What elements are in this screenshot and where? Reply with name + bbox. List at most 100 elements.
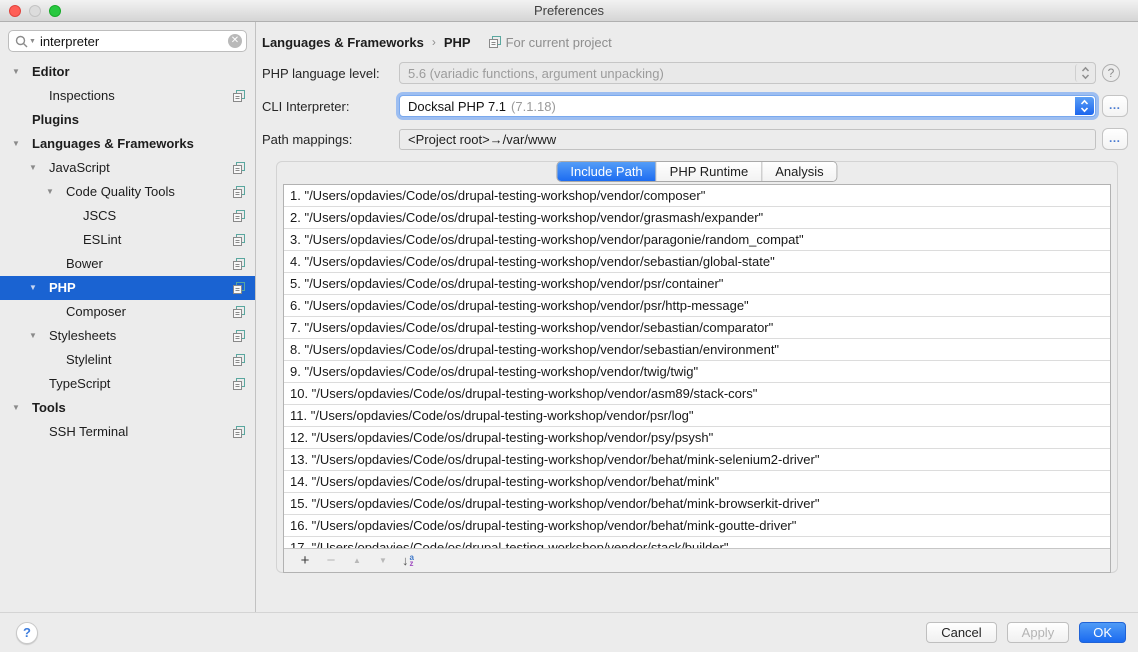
include-path-row[interactable]: 17. "/Users/opdavies/Code/os/drupal-test…	[284, 537, 1110, 548]
breadcrumb-section[interactable]: Languages & Frameworks	[262, 35, 424, 50]
dialog-footer: ? Cancel Apply OK	[0, 612, 1138, 652]
clear-search-icon[interactable]: ✕	[228, 34, 242, 48]
sidebar-item-languages-frameworks[interactable]: ▼Languages & Frameworks	[0, 132, 255, 156]
apply-button[interactable]: Apply	[1007, 622, 1070, 643]
path-mappings-value: <Project root>→/var/www	[408, 132, 556, 147]
add-button[interactable]: +	[292, 550, 318, 572]
language-level-label: PHP language level:	[262, 66, 399, 81]
include-path-row[interactable]: 2. "/Users/opdavies/Code/os/drupal-testi…	[284, 207, 1110, 229]
language-level-select[interactable]: 5.6 (variadic functions, argument unpack…	[399, 62, 1096, 84]
sidebar-item-code-quality-tools[interactable]: ▼Code Quality Tools	[0, 180, 255, 204]
ok-button[interactable]: OK	[1079, 622, 1126, 643]
include-path-row[interactable]: 10. "/Users/opdavies/Code/os/drupal-test…	[284, 383, 1110, 405]
window-title: Preferences	[534, 3, 604, 18]
language-level-help-icon[interactable]: ?	[1102, 64, 1120, 82]
current-project-icon	[233, 306, 245, 318]
include-path-row[interactable]: 6. "/Users/opdavies/Code/os/drupal-testi…	[284, 295, 1110, 317]
search-options-arrow-icon[interactable]: ▼	[29, 38, 36, 45]
current-project-icon	[233, 186, 245, 198]
cli-interpreter-value: Docksal PHP 7.1	[408, 99, 506, 114]
search-icon[interactable]: ▼	[15, 35, 36, 48]
sidebar-item-jscs[interactable]: JSCS	[0, 204, 255, 228]
search-field[interactable]: ▼ ✕	[8, 30, 247, 52]
tab-include-path[interactable]: Include Path	[557, 162, 656, 181]
sidebar-item-inspections[interactable]: Inspections	[0, 84, 255, 108]
expand-arrow-icon[interactable]: ▼	[46, 180, 66, 204]
current-project-icon	[233, 90, 245, 102]
cli-interpreter-version: (7.1.18)	[511, 99, 556, 114]
expand-arrow-icon[interactable]: ▼	[12, 396, 32, 420]
sidebar-item-label: Inspections	[49, 84, 115, 108]
cli-interpreter-browse-button[interactable]: …	[1102, 95, 1128, 117]
sidebar-item-eslint[interactable]: ESLint	[0, 228, 255, 252]
include-path-row[interactable]: 5. "/Users/opdavies/Code/os/drupal-testi…	[284, 273, 1110, 295]
sort-alphabetically-button[interactable]: ↓az	[402, 553, 414, 568]
current-project-icon	[233, 354, 245, 366]
include-path-row[interactable]: 13. "/Users/opdavies/Code/os/drupal-test…	[284, 449, 1110, 471]
select-stepper-icon	[1075, 97, 1094, 115]
settings-tabs: Include PathPHP RuntimeAnalysis	[556, 161, 837, 182]
search-input[interactable]	[40, 34, 228, 49]
include-path-list: 1. "/Users/opdavies/Code/os/drupal-testi…	[284, 185, 1110, 548]
sidebar-item-bower[interactable]: Bower	[0, 252, 255, 276]
include-path-row[interactable]: 12. "/Users/opdavies/Code/os/drupal-test…	[284, 427, 1110, 449]
sidebar-item-label: Editor	[32, 60, 70, 84]
expand-arrow-icon[interactable]: ▼	[12, 60, 32, 84]
sidebar-item-composer[interactable]: Composer	[0, 300, 255, 324]
sidebar-item-tools[interactable]: ▼Tools	[0, 396, 255, 420]
move-down-button[interactable]: ▼	[370, 550, 396, 572]
sidebar-item-typescript[interactable]: TypeScript	[0, 372, 255, 396]
current-project-icon	[233, 258, 245, 270]
minimize-button	[29, 5, 41, 17]
help-button[interactable]: ?	[16, 622, 38, 644]
sidebar-item-label: JavaScript	[49, 156, 110, 180]
path-mappings-browse-button[interactable]: …	[1102, 128, 1128, 150]
cancel-button[interactable]: Cancel	[926, 622, 996, 643]
include-path-row[interactable]: 11. "/Users/opdavies/Code/os/drupal-test…	[284, 405, 1110, 427]
sidebar-item-label: Languages & Frameworks	[32, 132, 194, 156]
sidebar-item-label: JSCS	[83, 204, 116, 228]
cli-interpreter-select[interactable]: Docksal PHP 7.1 (7.1.18)	[399, 95, 1096, 117]
sidebar-item-label: Bower	[66, 252, 103, 276]
sidebar-item-stylesheets[interactable]: ▼Stylesheets	[0, 324, 255, 348]
remove-button[interactable]: −	[318, 550, 344, 572]
include-path-row[interactable]: 8. "/Users/opdavies/Code/os/drupal-testi…	[284, 339, 1110, 361]
sidebar-item-plugins[interactable]: Plugins	[0, 108, 255, 132]
tab-php-runtime[interactable]: PHP Runtime	[657, 162, 763, 181]
zoom-button[interactable]	[49, 5, 61, 17]
include-path-row[interactable]: 15. "/Users/opdavies/Code/os/drupal-test…	[284, 493, 1110, 515]
path-mappings-label: Path mappings:	[262, 132, 399, 147]
expand-arrow-icon[interactable]: ▼	[29, 156, 49, 180]
sidebar-item-label: ESLint	[83, 228, 121, 252]
sidebar-item-stylelint[interactable]: Stylelint	[0, 348, 255, 372]
current-project-icon	[233, 282, 245, 294]
sidebar-item-ssh-terminal[interactable]: SSH Terminal	[0, 420, 255, 444]
path-mappings-field[interactable]: <Project root>→/var/www	[399, 129, 1096, 150]
sidebar-item-label: SSH Terminal	[49, 420, 128, 444]
sidebar-item-label: Tools	[32, 396, 66, 420]
sidebar-item-php[interactable]: ▼PHP	[0, 276, 255, 300]
expand-arrow-icon[interactable]: ▼	[29, 324, 49, 348]
close-button[interactable]	[9, 5, 21, 17]
current-project-icon	[233, 378, 245, 390]
move-up-button[interactable]: ▲	[344, 550, 370, 572]
include-path-row[interactable]: 14. "/Users/opdavies/Code/os/drupal-test…	[284, 471, 1110, 493]
expand-arrow-icon[interactable]: ▼	[12, 132, 32, 156]
include-path-row[interactable]: 1. "/Users/opdavies/Code/os/drupal-testi…	[284, 185, 1110, 207]
breadcrumb: Languages & Frameworks › PHP For current…	[262, 32, 1130, 52]
expand-arrow-icon[interactable]: ▼	[29, 276, 49, 300]
current-project-icon	[233, 330, 245, 342]
include-path-row[interactable]: 3. "/Users/opdavies/Code/os/drupal-testi…	[284, 229, 1110, 251]
include-path-row[interactable]: 7. "/Users/opdavies/Code/os/drupal-testi…	[284, 317, 1110, 339]
sidebar-item-javascript[interactable]: ▼JavaScript	[0, 156, 255, 180]
sidebar-item-label: Plugins	[32, 108, 79, 132]
traffic-lights	[9, 5, 61, 17]
tab-analysis[interactable]: Analysis	[762, 162, 836, 181]
include-path-row[interactable]: 4. "/Users/opdavies/Code/os/drupal-testi…	[284, 251, 1110, 273]
settings-tree: ▼EditorInspectionsPlugins▼Languages & Fr…	[0, 60, 255, 444]
cli-interpreter-label: CLI Interpreter:	[262, 99, 399, 114]
include-path-row[interactable]: 9. "/Users/opdavies/Code/os/drupal-testi…	[284, 361, 1110, 383]
sidebar-item-editor[interactable]: ▼Editor	[0, 60, 255, 84]
include-path-row[interactable]: 16. "/Users/opdavies/Code/os/drupal-test…	[284, 515, 1110, 537]
sidebar-item-label: Composer	[66, 300, 126, 324]
